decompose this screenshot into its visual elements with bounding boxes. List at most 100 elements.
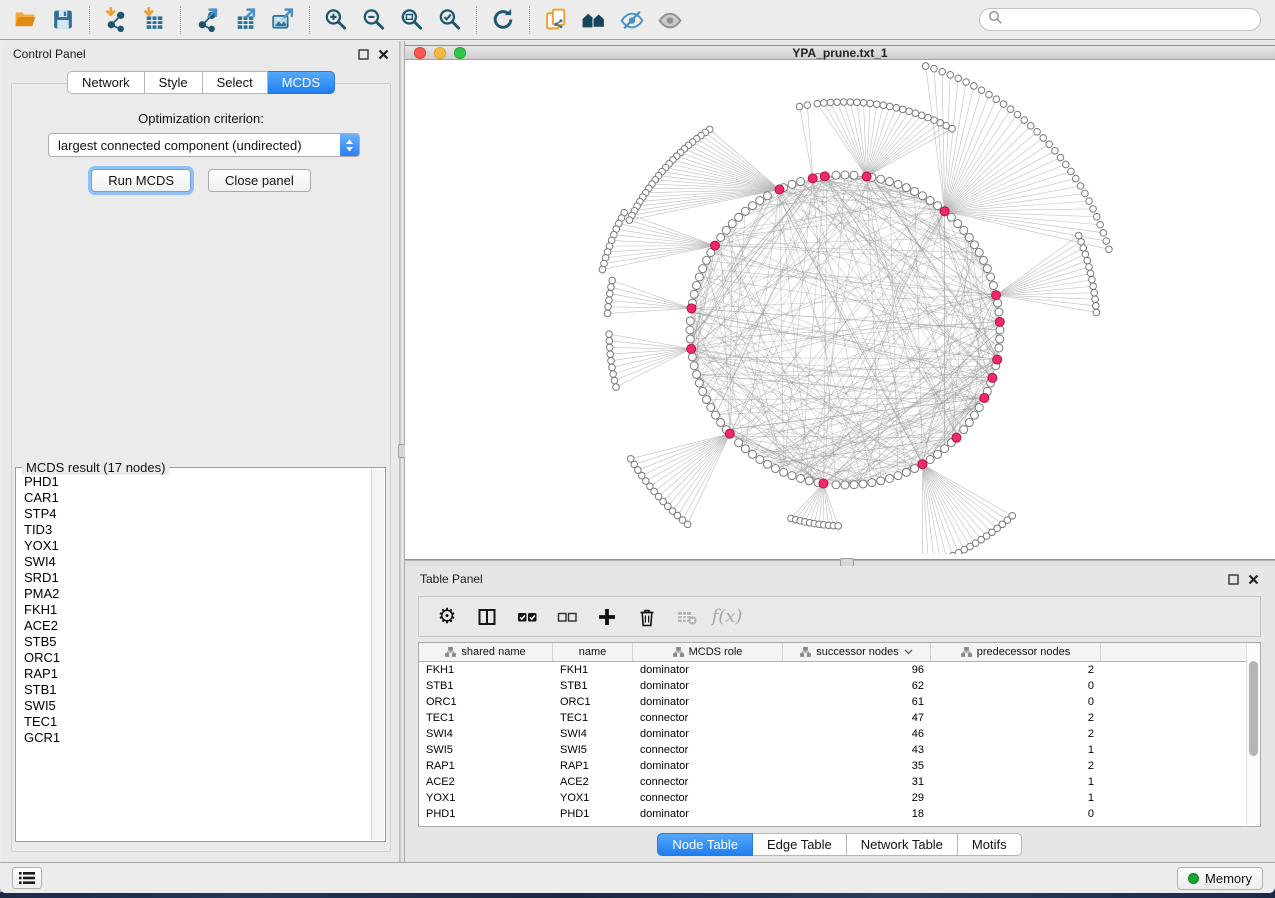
network-node[interactable] [827, 99, 834, 106]
tab-select[interactable]: Select [203, 71, 268, 94]
mcds-node-item[interactable]: CAR1 [24, 490, 371, 506]
network-node[interactable] [995, 344, 1003, 352]
network-node[interactable] [702, 396, 710, 404]
network-node[interactable] [613, 384, 620, 391]
network-node[interactable] [695, 379, 703, 387]
network-node[interactable] [975, 249, 983, 257]
network-node[interactable] [707, 404, 715, 412]
import-network-button[interactable] [97, 4, 135, 36]
network-node[interactable] [925, 114, 932, 121]
tab-network-table[interactable]: Network Table [847, 833, 958, 856]
network-node[interactable] [788, 472, 796, 480]
network-node[interactable] [993, 96, 1000, 103]
network-node[interactable] [880, 102, 887, 109]
table-row[interactable]: FKH1FKH1dominator962 [419, 662, 1260, 678]
network-node[interactable] [608, 284, 615, 291]
network-node[interactable] [686, 326, 694, 334]
network-node[interactable] [1062, 161, 1069, 168]
network-node[interactable] [894, 180, 902, 188]
network-node[interactable] [1092, 296, 1099, 303]
duplicate-network-button[interactable] [537, 4, 575, 36]
network-node[interactable] [912, 110, 919, 117]
table-row[interactable]: ORC1ORC1dominator610 [419, 694, 1260, 710]
network-node[interactable] [832, 171, 840, 179]
minimize-window-icon[interactable] [434, 47, 446, 59]
select-all-rows-button[interactable] [509, 601, 545, 633]
network-node[interactable] [764, 192, 772, 200]
network-node[interactable] [926, 456, 934, 464]
zoom-fit-button[interactable] [393, 4, 431, 36]
network-node[interactable] [1027, 123, 1034, 130]
network-node[interactable] [1009, 512, 1016, 519]
mcds-node[interactable] [725, 429, 734, 438]
column-header-successor-nodes[interactable]: successor nodes [783, 643, 931, 661]
mcds-node-item[interactable]: TID3 [24, 522, 371, 538]
network-node[interactable] [1086, 264, 1093, 271]
network-node[interactable] [918, 112, 925, 119]
mcds-node[interactable] [687, 344, 696, 353]
network-node[interactable] [995, 308, 1003, 316]
column-browser-button[interactable] [469, 601, 505, 633]
network-node[interactable] [840, 99, 847, 106]
network-node[interactable] [611, 377, 618, 384]
network-node[interactable] [965, 233, 973, 241]
mcds-node-item[interactable]: STP4 [24, 506, 371, 522]
mcds-node[interactable] [918, 460, 927, 469]
delete-column-button[interactable] [629, 601, 665, 633]
network-node[interactable] [835, 523, 842, 530]
task-history-button[interactable] [12, 867, 42, 889]
mcds-node[interactable] [808, 174, 817, 183]
network-node[interactable] [741, 445, 749, 453]
network-node[interactable] [722, 226, 730, 234]
network-node[interactable] [1057, 154, 1064, 161]
network-node[interactable] [1093, 303, 1100, 310]
mcds-node[interactable] [819, 479, 828, 488]
network-node[interactable] [610, 371, 617, 378]
network-node[interactable] [607, 351, 614, 358]
network-node[interactable] [931, 65, 938, 72]
network-node[interactable] [1106, 246, 1113, 253]
mcds-node[interactable] [862, 172, 871, 181]
network-node[interactable] [805, 477, 813, 485]
network-node[interactable] [1014, 111, 1021, 118]
network-node[interactable] [965, 419, 973, 427]
save-session-button[interactable] [44, 4, 82, 36]
network-node[interactable] [702, 256, 710, 264]
network-node[interactable] [877, 175, 885, 183]
mcds-node-item[interactable]: PMA2 [24, 586, 371, 602]
network-node[interactable] [609, 277, 616, 284]
network-node[interactable] [608, 358, 615, 365]
network-node[interactable] [994, 299, 1002, 307]
network-node[interactable] [939, 68, 946, 75]
network-node[interactable] [1097, 221, 1104, 228]
network-node[interactable] [911, 465, 919, 473]
zoom-in-button[interactable] [317, 4, 355, 36]
network-node[interactable] [971, 241, 979, 249]
zoom-out-button[interactable] [355, 4, 393, 36]
network-node[interactable] [604, 310, 611, 317]
mcds-node[interactable] [993, 355, 1002, 364]
first-neighbors-button[interactable] [575, 4, 613, 36]
tab-network[interactable]: Network [67, 71, 145, 94]
memory-button[interactable]: Memory [1177, 867, 1263, 890]
network-node[interactable] [688, 353, 696, 361]
network-node[interactable] [960, 226, 968, 234]
mcds-node[interactable] [711, 241, 720, 250]
network-node[interactable] [1093, 309, 1100, 316]
maximize-window-icon[interactable] [454, 47, 466, 59]
network-node[interactable] [684, 521, 691, 528]
mcds-result-list[interactable]: PHD1CAR1STP4TID3YOX1SWI4SRD1PMA2FKH1ACE2… [18, 472, 371, 839]
network-node[interactable] [850, 481, 858, 489]
network-node[interactable] [996, 335, 1004, 343]
export-network-button[interactable] [188, 4, 226, 36]
network-node[interactable] [1100, 230, 1107, 237]
search-box[interactable] [979, 8, 1261, 31]
mcds-node[interactable] [820, 172, 829, 181]
open-session-button[interactable] [6, 4, 44, 36]
network-node[interactable] [599, 266, 606, 273]
table-row[interactable]: SWI5SWI5connector431 [419, 742, 1260, 758]
network-node[interactable] [1080, 245, 1087, 252]
scrollbar-thumb[interactable] [1249, 661, 1258, 756]
network-window-titlebar[interactable]: YPA_prune.txt_1 [405, 46, 1275, 60]
network-node[interactable] [699, 265, 707, 273]
